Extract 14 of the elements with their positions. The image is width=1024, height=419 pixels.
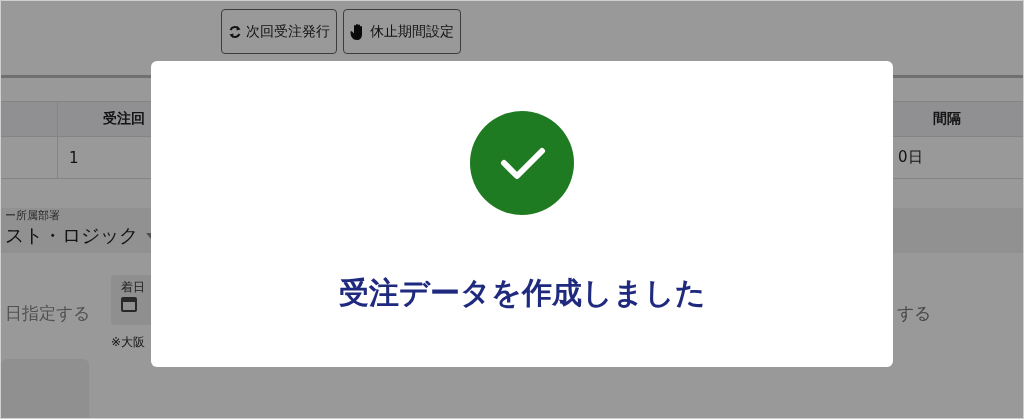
column-header: 受注回	[102, 109, 146, 128]
option-label: 日指定する	[5, 302, 91, 325]
check-icon	[470, 111, 574, 215]
option-label: する	[897, 302, 931, 325]
refresh-icon	[228, 23, 242, 40]
date-field[interactable]: 着日	[111, 275, 151, 325]
calendar-icon	[121, 296, 137, 312]
dialog-message: 受注データを作成しました	[338, 274, 706, 312]
table-cell-text: 1	[68, 147, 80, 169]
table-cell-text: 0日	[897, 147, 924, 168]
note-text: ※大阪	[111, 334, 147, 351]
column-header: 間隔	[932, 109, 962, 128]
toolbar-button[interactable]: 次回受注発行	[221, 9, 337, 54]
toolbar-button[interactable]: 休止期間設定	[343, 9, 461, 54]
